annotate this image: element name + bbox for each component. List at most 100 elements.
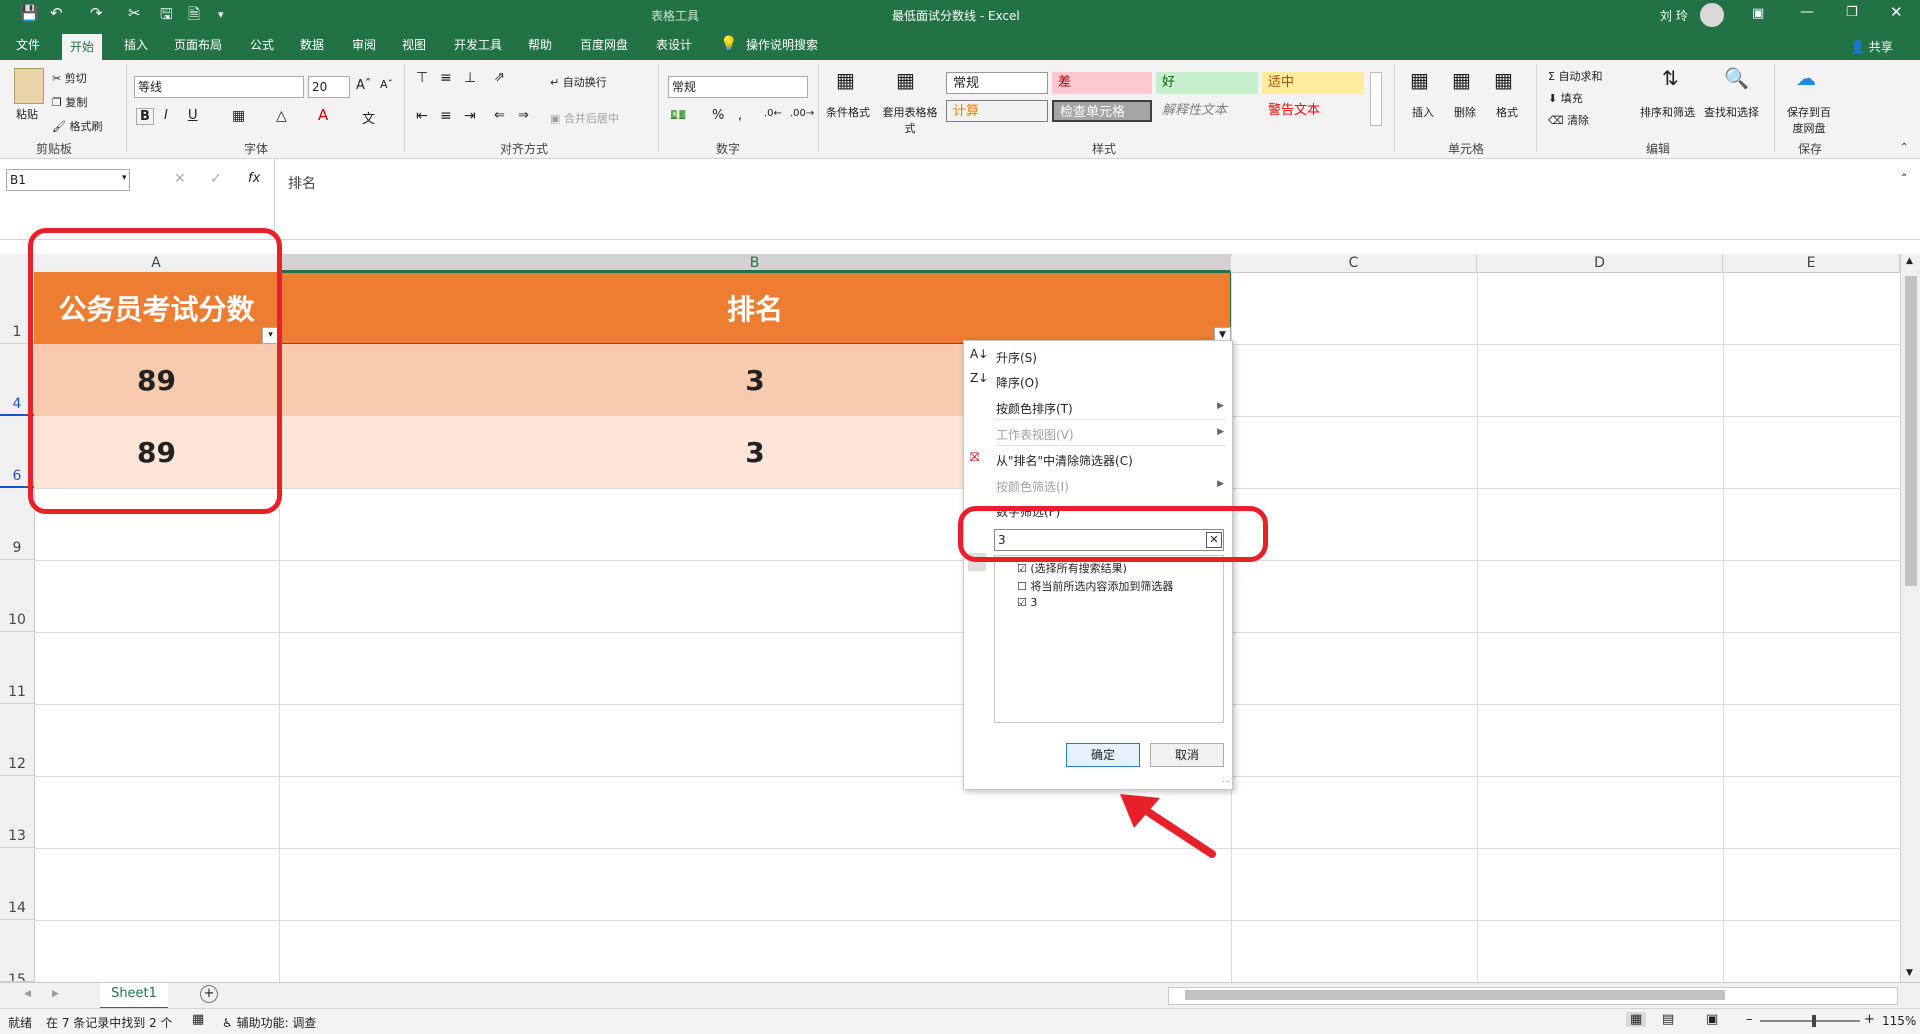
name-box[interactable]: B1 (6, 169, 130, 191)
page-layout-view-icon[interactable]: ▤ (1662, 1012, 1674, 1027)
style-good[interactable]: 好 (1156, 72, 1258, 94)
comma-style-icon[interactable]: , (738, 108, 742, 123)
table-format-label[interactable]: 套用表格格式 (880, 104, 940, 136)
phonetic-icon[interactable]: 文 (362, 108, 375, 127)
decrease-decimal-icon[interactable]: .00→ (790, 108, 814, 119)
horizontal-scroll-thumb[interactable] (1185, 990, 1725, 1000)
paste-label[interactable]: 粘贴 (16, 106, 38, 122)
number-format-select[interactable]: 常规 (668, 76, 808, 98)
share-button[interactable]: 👤 共享 (1850, 38, 1893, 55)
tab-baidu-netdisk[interactable]: 百度网盘 (572, 30, 636, 60)
cancel-entry-icon[interactable]: ✕ (174, 171, 186, 187)
avatar[interactable] (1700, 3, 1724, 27)
save-as-icon[interactable]: 🖫 (160, 4, 173, 29)
style-bad[interactable]: 差 (1052, 72, 1152, 94)
clear-button[interactable]: ⌫ 清除 (1548, 112, 1589, 128)
borders-icon[interactable]: ▦ (232, 108, 245, 124)
format-cells-icon[interactable]: ▦ (1494, 68, 1513, 92)
percent-icon[interactable]: % (712, 108, 724, 123)
column-header-e[interactable]: E (1723, 254, 1900, 272)
insert-function-icon[interactable]: fx (248, 171, 260, 186)
row-header-11[interactable]: 11 (0, 632, 34, 704)
scroll-up-icon[interactable]: ▲ (1906, 256, 1913, 266)
font-color-icon[interactable]: A (318, 106, 328, 124)
ok-button[interactable]: 确定 (1066, 743, 1140, 767)
font-size-select[interactable]: 20 (308, 76, 350, 98)
table-header-rank[interactable]: 排名 (279, 272, 1231, 344)
accessibility-status[interactable]: ♿ 辅助功能: 调查 (222, 1014, 316, 1031)
save-to-baidu-label[interactable]: 保存到百度网盘 (1782, 104, 1836, 136)
align-right-icon[interactable]: ⇥ (464, 108, 476, 124)
checkbox-checked-icon[interactable]: ☑ (1017, 596, 1027, 609)
align-middle-icon[interactable]: ≡ (440, 70, 452, 86)
merge-center-button[interactable]: ▣ 合并后居中 (550, 110, 619, 126)
insert-cells-label[interactable]: 插入 (1412, 104, 1434, 120)
tab-formulas[interactable]: 公式 (242, 30, 282, 60)
customize-qat-icon[interactable]: ▾ (218, 8, 224, 21)
zoom-in-icon[interactable]: + (1864, 1012, 1875, 1027)
checkbox-checked-icon[interactable]: ☑ (1017, 562, 1027, 575)
page-break-view-icon[interactable]: ▣ (1706, 1012, 1718, 1027)
name-box-dropdown-icon[interactable]: ▾ (122, 173, 127, 183)
bold-button[interactable]: B (136, 108, 154, 125)
vertical-scrollbar[interactable]: ▲ ▼ (1900, 254, 1920, 982)
sort-by-color-item[interactable]: 按颜色排序(T) (996, 400, 1073, 417)
cut-button[interactable]: ✂ 剪切 (52, 70, 87, 86)
style-explanatory[interactable]: 解释性文本 (1156, 100, 1258, 122)
clear-filter-item[interactable]: 从"排名"中清除筛选器(C) (996, 452, 1133, 469)
sort-descending-item[interactable]: 降序(O) (996, 374, 1039, 391)
zoom-out-icon[interactable]: – (1746, 1012, 1753, 1027)
baidu-cloud-icon[interactable]: ☁ (1796, 66, 1816, 90)
select-all-results-option[interactable]: ☑ (选择所有搜索结果) (1017, 560, 1127, 576)
format-painter-button[interactable]: 🖌 格式刷 (52, 118, 102, 134)
underline-button[interactable]: U (188, 108, 198, 123)
add-to-filter-option[interactable]: ☐ 将当前所选内容添加到筛选器 (1017, 578, 1173, 594)
column-header-b[interactable]: B (279, 254, 1231, 272)
align-bottom-icon[interactable]: ⊥ (464, 70, 476, 86)
decrease-indent-icon[interactable]: ⇐ (494, 108, 505, 123)
redo-icon[interactable]: ↷ (90, 4, 103, 22)
grow-font-icon[interactable]: Aˆ (356, 78, 371, 93)
tab-review[interactable]: 审阅 (344, 30, 384, 60)
tab-insert[interactable]: 插入 (116, 30, 156, 60)
paste-icon[interactable] (14, 68, 44, 104)
zoom-slider-thumb[interactable] (1812, 1015, 1816, 1027)
horizontal-scrollbar[interactable] (1168, 987, 1898, 1005)
confirm-entry-icon[interactable]: ✓ (210, 171, 222, 187)
user-name[interactable]: 刘 玲 (1660, 7, 1688, 24)
sort-filter-icon[interactable]: ⇅ (1662, 66, 1679, 90)
zoom-level[interactable]: 115% (1882, 1014, 1916, 1028)
style-check-cell[interactable]: 检查单元格 (1052, 100, 1152, 122)
delete-cells-icon[interactable]: ▦ (1452, 68, 1471, 92)
ribbon-display-icon[interactable]: ▣ (1752, 6, 1764, 21)
style-warning[interactable]: 警告文本 (1262, 100, 1364, 122)
tab-data[interactable]: 数据 (292, 30, 332, 60)
shrink-font-icon[interactable]: Aˇ (380, 78, 393, 91)
row-header-12[interactable]: 12 (0, 704, 34, 776)
row-header-15[interactable]: 15 (0, 920, 34, 982)
scroll-down-icon[interactable]: ▼ (1906, 968, 1913, 978)
cancel-button[interactable]: 取消 (1150, 743, 1224, 767)
sort-filter-label[interactable]: 排序和筛选 (1640, 104, 1695, 120)
fill-button[interactable]: ⬇ 填充 (1548, 90, 1583, 106)
align-left-icon[interactable]: ⇤ (416, 108, 428, 124)
minimize-icon[interactable]: — (1800, 4, 1814, 20)
sort-ascending-item[interactable]: 升序(S) (996, 349, 1037, 366)
style-calculation[interactable]: 计算 (946, 100, 1048, 122)
normal-view-icon[interactable]: ▦ (1626, 1012, 1647, 1027)
collapse-ribbon-icon[interactable]: ⌃ (1900, 142, 1908, 153)
zoom-slider[interactable] (1760, 1015, 1860, 1027)
expand-formula-icon[interactable]: ⌃ (1900, 173, 1908, 184)
tab-developer[interactable]: 开发工具 (446, 30, 510, 60)
italic-button[interactable]: I (164, 108, 168, 123)
font-name-select[interactable]: 等线 (134, 76, 304, 98)
align-center-icon[interactable]: ≡ (440, 108, 452, 124)
resize-grip-icon[interactable]: ⋯ (1222, 777, 1230, 786)
orientation-icon[interactable]: ⇗ (494, 70, 505, 85)
formula-input[interactable]: 排名 (288, 173, 316, 193)
sheet-view-item[interactable]: 工作表视图(V) (996, 426, 1074, 443)
find-select-label[interactable]: 查找和选择 (1704, 104, 1759, 120)
filter-by-color-item[interactable]: 按颜色筛选(I) (996, 478, 1069, 495)
checkbox-unchecked-icon[interactable]: ☐ (1017, 580, 1027, 593)
tab-file[interactable]: 文件 (8, 30, 48, 60)
